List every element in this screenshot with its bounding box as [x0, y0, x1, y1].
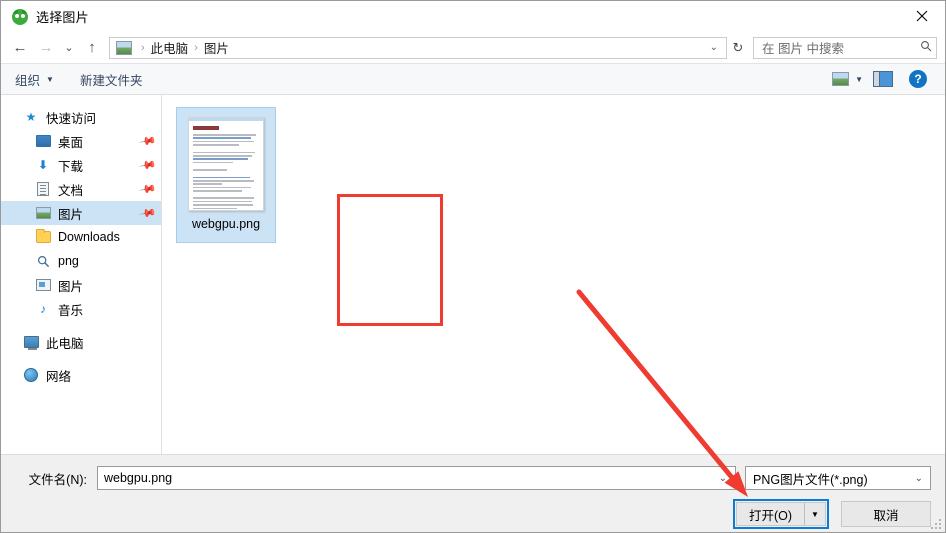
- sidebar-item-documents[interactable]: 文档 📌: [1, 177, 161, 201]
- monitor-icon: [35, 277, 51, 293]
- filetype-select[interactable]: PNG图片文件(*.png) ⌄: [745, 466, 931, 490]
- window-title: 选择图片: [36, 10, 89, 25]
- sidebar-item-music[interactable]: ♪ 音乐: [1, 297, 161, 321]
- sidebar-item-downloads-cn[interactable]: ⬇ 下载 📌: [1, 153, 161, 177]
- close-icon[interactable]: [899, 1, 945, 31]
- sidebar-item-label: 桌面: [58, 135, 84, 150]
- search-icon: [920, 40, 932, 55]
- organize-label: 组织: [15, 73, 41, 88]
- breadcrumb-separator: ›: [194, 41, 198, 54]
- file-name-label: webgpu.png: [191, 217, 261, 231]
- document-icon: [35, 181, 51, 197]
- desktop-icon: [35, 133, 51, 149]
- sidebar-item-label: png: [58, 254, 79, 268]
- footer-buttons: 打开(O) ▼ 取消: [15, 499, 931, 529]
- file-thumbnail: [188, 117, 264, 211]
- music-icon: ♪: [40, 302, 46, 316]
- sidebar-item-label: 下载: [58, 159, 84, 174]
- sidebar-item-label: 此电脑: [46, 336, 84, 351]
- organize-button[interactable]: 组织 ▼: [15, 70, 54, 89]
- file-item-webgpu[interactable]: webgpu.png: [176, 107, 276, 243]
- dialog-body: ★ 快速访问 桌面 📌 ⬇ 下载 📌 文档 📌 图片 📌 Downloads p…: [1, 95, 945, 454]
- sidebar-item-png[interactable]: png: [1, 249, 161, 273]
- change-view-icon[interactable]: [832, 72, 850, 86]
- breadcrumb-item-this-pc[interactable]: 此电脑: [151, 38, 189, 57]
- back-icon[interactable]: ←: [7, 36, 33, 60]
- sidebar-item-label: Downloads: [58, 230, 120, 244]
- sidebar-item-this-pc[interactable]: 此电脑: [1, 330, 161, 354]
- preview-pane-icon[interactable]: [873, 71, 893, 87]
- new-folder-label: 新建文件夹: [79, 73, 143, 88]
- folder-icon: [35, 229, 51, 245]
- sidebar-item-pictures-library[interactable]: 图片: [1, 273, 161, 297]
- forward-icon[interactable]: →: [33, 36, 59, 60]
- filename-row: 文件名(N): webgpu.png ⌄ PNG图片文件(*.png) ⌄: [15, 466, 931, 490]
- chevron-down-icon[interactable]: ⌄: [713, 473, 733, 484]
- pin-icon[interactable]: 📌: [139, 132, 158, 151]
- pictures-icon: [35, 205, 51, 221]
- sidebar-item-quick-access[interactable]: ★ 快速访问: [1, 105, 161, 129]
- resize-grip[interactable]: [929, 517, 941, 529]
- open-button-focus-ring: 打开(O) ▼: [733, 499, 829, 529]
- toolbar-right-group: ▼ ?: [832, 70, 935, 88]
- sidebar-item-pictures[interactable]: 图片 📌: [1, 201, 161, 225]
- open-button[interactable]: 打开(O) ▼: [736, 502, 826, 526]
- network-icon: [23, 367, 39, 383]
- download-icon: ⬇: [37, 158, 49, 172]
- sidebar-item-downloads-folder[interactable]: Downloads: [1, 225, 161, 249]
- sidebar-item-label: 图片: [58, 279, 84, 294]
- sidebar-item-desktop[interactable]: 桌面 📌: [1, 129, 161, 153]
- pin-icon[interactable]: 📌: [139, 180, 158, 199]
- panda-icon: [12, 8, 28, 25]
- pin-icon[interactable]: 📌: [139, 204, 158, 223]
- open-button-label[interactable]: 打开(O): [737, 503, 805, 525]
- navigation-pane: ★ 快速访问 桌面 📌 ⬇ 下载 📌 文档 📌 图片 📌 Downloads p…: [1, 95, 162, 454]
- dialog-footer: 文件名(N): webgpu.png ⌄ PNG图片文件(*.png) ⌄ 打开…: [1, 454, 945, 532]
- breadcrumb-item-pictures[interactable]: 图片: [204, 38, 229, 57]
- sidebar-item-label: 网络: [46, 369, 72, 384]
- address-bar[interactable]: › 此电脑 › 图片 ⌄: [109, 36, 727, 59]
- highlight-box-file: [337, 194, 443, 326]
- sidebar-item-label: 文档: [58, 183, 84, 198]
- recent-locations-icon[interactable]: ⌄: [59, 36, 79, 60]
- filetype-value: PNG图片文件(*.png): [753, 472, 868, 487]
- pin-icon[interactable]: 📌: [139, 156, 158, 175]
- title-bar: 选择图片: [1, 1, 945, 32]
- new-folder-button[interactable]: 新建文件夹: [80, 70, 143, 89]
- command-toolbar: 组织 ▼ 新建文件夹 ▼ ?: [1, 63, 945, 95]
- filename-input[interactable]: webgpu.png ⌄: [97, 466, 736, 490]
- filename-label: 文件名(N):: [28, 472, 87, 487]
- this-pc-icon: [23, 334, 39, 350]
- open-dropdown-icon[interactable]: ▼: [805, 503, 825, 525]
- chevron-down-icon[interactable]: ⌄: [706, 42, 722, 53]
- file-open-dialog: 选择图片 ← → ⌄ ↑ › 此电脑 › 图片 ⌄ ↻ 在 图片 中搜索 组织 …: [0, 0, 946, 533]
- up-icon[interactable]: ↑: [79, 36, 105, 60]
- file-list-pane[interactable]: webgpu.png: [162, 95, 945, 454]
- cancel-button[interactable]: 取消: [841, 501, 931, 527]
- star-icon: ★: [25, 110, 37, 124]
- filename-value: webgpu.png: [104, 471, 173, 485]
- navigation-bar: ← → ⌄ ↑ › 此电脑 › 图片 ⌄ ↻ 在 图片 中搜索: [1, 32, 945, 63]
- chevron-down-icon[interactable]: ▼: [849, 75, 873, 84]
- sidebar-item-network[interactable]: 网络: [1, 363, 161, 387]
- chevron-down-icon: ⌄: [914, 472, 923, 484]
- sidebar-item-label: 图片: [58, 207, 84, 222]
- sidebar-item-label: 快速访问: [46, 111, 97, 126]
- search-box[interactable]: 在 图片 中搜索: [753, 36, 937, 59]
- search-input[interactable]: 在 图片 中搜索: [762, 38, 920, 57]
- help-icon[interactable]: ?: [909, 70, 927, 88]
- sidebar-item-label: 音乐: [58, 303, 84, 318]
- chevron-down-icon: ▼: [46, 74, 54, 84]
- breadcrumb-separator: ›: [141, 41, 145, 54]
- saved-search-icon: [35, 253, 51, 269]
- pictures-icon: [116, 40, 132, 55]
- refresh-icon[interactable]: ↻: [727, 36, 749, 60]
